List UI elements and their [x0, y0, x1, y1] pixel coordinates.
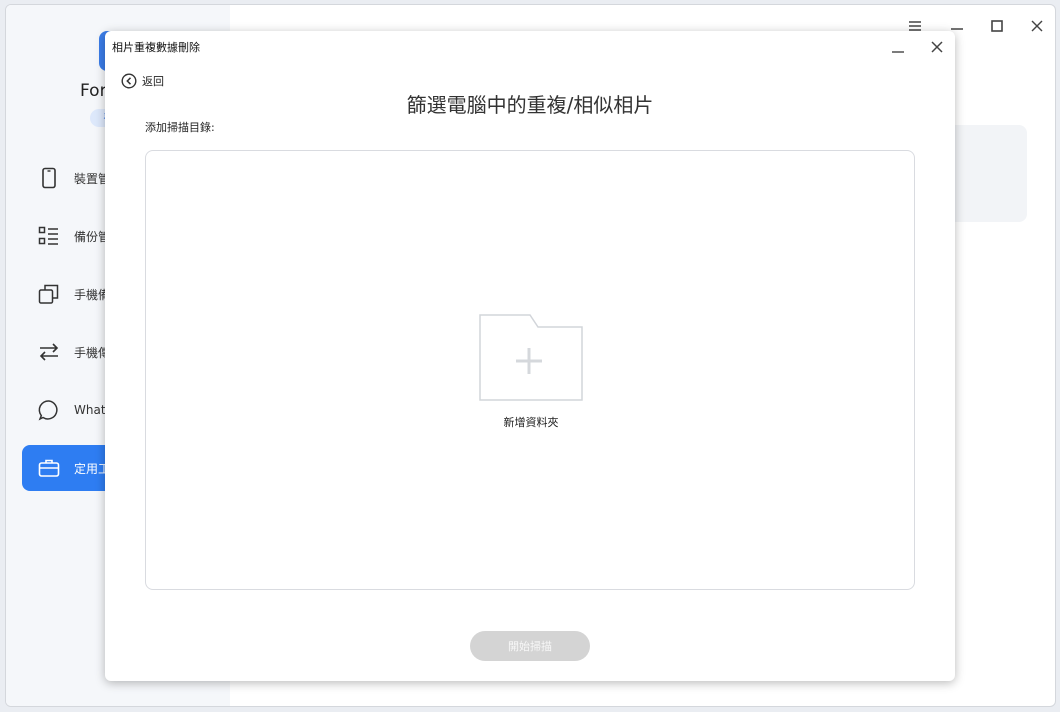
- add-folder-label: 新增資料夾: [503, 416, 559, 429]
- copy-icon: [36, 281, 62, 307]
- scan-directory-area[interactable]: 新增資料夾: [145, 150, 915, 590]
- transfer-icon: [36, 339, 62, 365]
- back-arrow-icon: [121, 73, 137, 89]
- dialog-title: 相片重複數據刪除: [112, 41, 200, 54]
- folder-plus-icon: [479, 314, 583, 406]
- dialog-close-icon[interactable]: [927, 37, 947, 57]
- dialog-minimize-icon[interactable]: [889, 39, 907, 57]
- maximize-icon[interactable]: [986, 15, 1008, 37]
- phone-icon: [36, 165, 62, 191]
- list-icon: [36, 223, 62, 249]
- back-button[interactable]: 返回: [121, 72, 164, 90]
- app-name: For: [80, 81, 107, 101]
- start-scan-button[interactable]: 開始掃描: [470, 631, 590, 661]
- page-title: 篩選電腦中的重複/相似相片: [406, 93, 654, 117]
- back-label: 返回: [142, 75, 164, 88]
- scan-directory-label: 添加掃描目錄:: [145, 121, 215, 134]
- duplicate-photo-dialog: 相片重複數據刪除 返回 篩選電腦中的重複/相似相片 添加掃描目錄: 新增資料夾 …: [105, 31, 955, 681]
- chat-icon: [36, 397, 62, 423]
- toolbox-icon: [36, 455, 62, 481]
- add-folder-button[interactable]: 新增資料夾: [479, 314, 583, 434]
- close-icon[interactable]: [1026, 15, 1048, 37]
